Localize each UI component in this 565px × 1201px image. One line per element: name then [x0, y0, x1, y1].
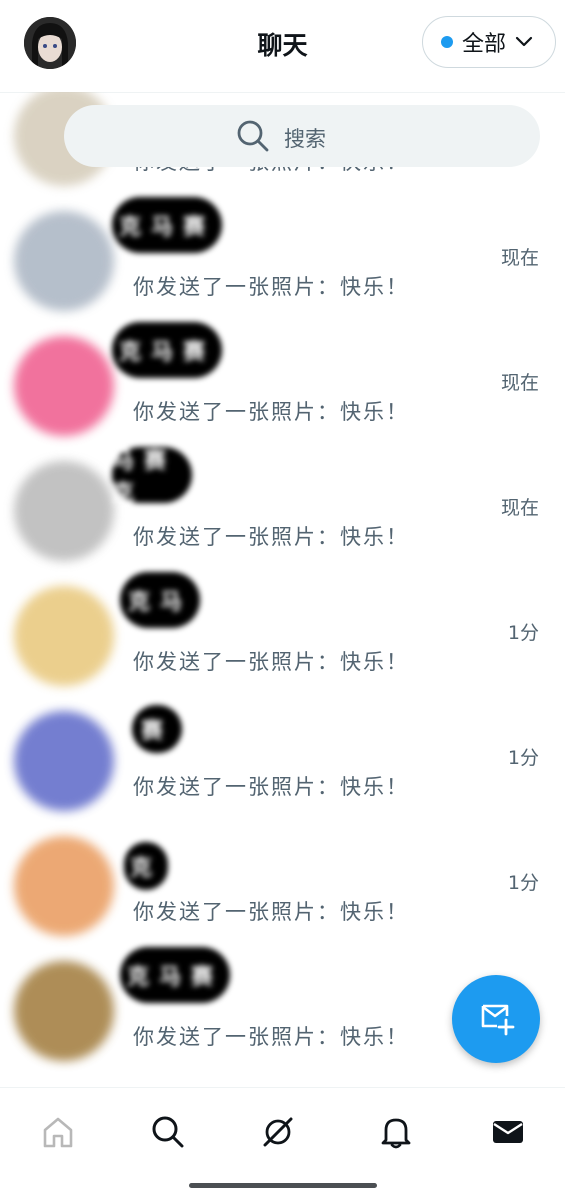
message-time: 现在 [500, 247, 539, 269]
search-icon [150, 1114, 186, 1154]
filter-label: 全部 [462, 32, 507, 57]
message-time: 1分 [507, 622, 539, 644]
message-preview: 你发送了一张照片：快乐！ [133, 275, 409, 299]
search-bar[interactable]: 搜索 [64, 105, 540, 167]
message-preview: 你发送了一张照片：快乐！ [133, 650, 409, 674]
contact-avatar [14, 711, 114, 811]
message-time: 1分 [507, 872, 539, 894]
filter-status-dot [441, 36, 453, 48]
conversation-list: 你发送了一张照片：快乐！ 克马赛 现在 你发送了一张照片：快乐！ 克马赛 现在 … [0, 92, 565, 1087]
contact-name: 克马赛 [112, 197, 222, 253]
conversation-row[interactable]: 赛 1分 你发送了一张照片：快乐！ [0, 687, 565, 812]
message-preview: 你发送了一张照片：快乐！ [133, 1025, 409, 1049]
conversation-row[interactable]: 克马 1分 你发送了一张照片：快乐！ [0, 562, 565, 687]
nav-messages[interactable] [488, 1114, 528, 1154]
conversation-row[interactable]: 马赛克 现在 你发送了一张照片：快乐！ [0, 437, 565, 562]
chevron-down-icon [514, 32, 534, 52]
contact-avatar [14, 211, 114, 311]
nav-home[interactable] [38, 1114, 78, 1154]
contact-avatar [14, 586, 114, 686]
home-icon [40, 1114, 76, 1154]
conversation-row[interactable]: 克 1分 你发送了一张照片：快乐！ [0, 812, 565, 937]
contact-name: 克马赛 [120, 947, 230, 1003]
filter-dropdown[interactable]: 全部 [422, 16, 556, 68]
bell-icon [378, 1114, 414, 1154]
mail-icon [490, 1114, 526, 1154]
nav-spaces[interactable] [258, 1114, 298, 1154]
contact-name: 克马赛 [112, 322, 222, 378]
message-time: 现在 [500, 372, 539, 394]
new-message-button[interactable] [452, 975, 540, 1063]
contact-avatar [14, 336, 114, 436]
conversation-row[interactable]: 克马赛 现在 你发送了一张照片：快乐！ [0, 312, 565, 437]
message-time: 1分 [507, 747, 539, 769]
nav-search[interactable] [148, 1114, 188, 1154]
search-icon [236, 119, 270, 157]
conversation-row[interactable]: 克马赛 现在 你发送了一张照片：快乐！ [0, 187, 565, 312]
contact-avatar [14, 836, 114, 936]
message-preview: 你发送了一张照片：快乐！ [133, 400, 409, 424]
contact-name: 克马 [120, 572, 200, 628]
nav-notifications[interactable] [376, 1114, 416, 1154]
message-time: 现在 [500, 497, 539, 519]
contact-avatar [14, 961, 114, 1061]
spaces-icon [260, 1114, 296, 1154]
contact-name: 克 [124, 842, 168, 890]
new-message-icon [477, 998, 515, 1040]
top-bar: 聊天 全部 [0, 0, 565, 93]
message-preview: 你发送了一张照片：快乐！ [133, 900, 409, 924]
contact-name: 赛 [132, 705, 182, 753]
contact-name: 马赛克 [112, 447, 192, 506]
home-indicator [189, 1183, 377, 1188]
message-preview: 你发送了一张照片：快乐！ [133, 525, 409, 549]
contact-avatar [14, 461, 114, 561]
message-preview: 你发送了一张照片：快乐！ [133, 775, 409, 799]
search-placeholder: 搜索 [284, 127, 326, 151]
